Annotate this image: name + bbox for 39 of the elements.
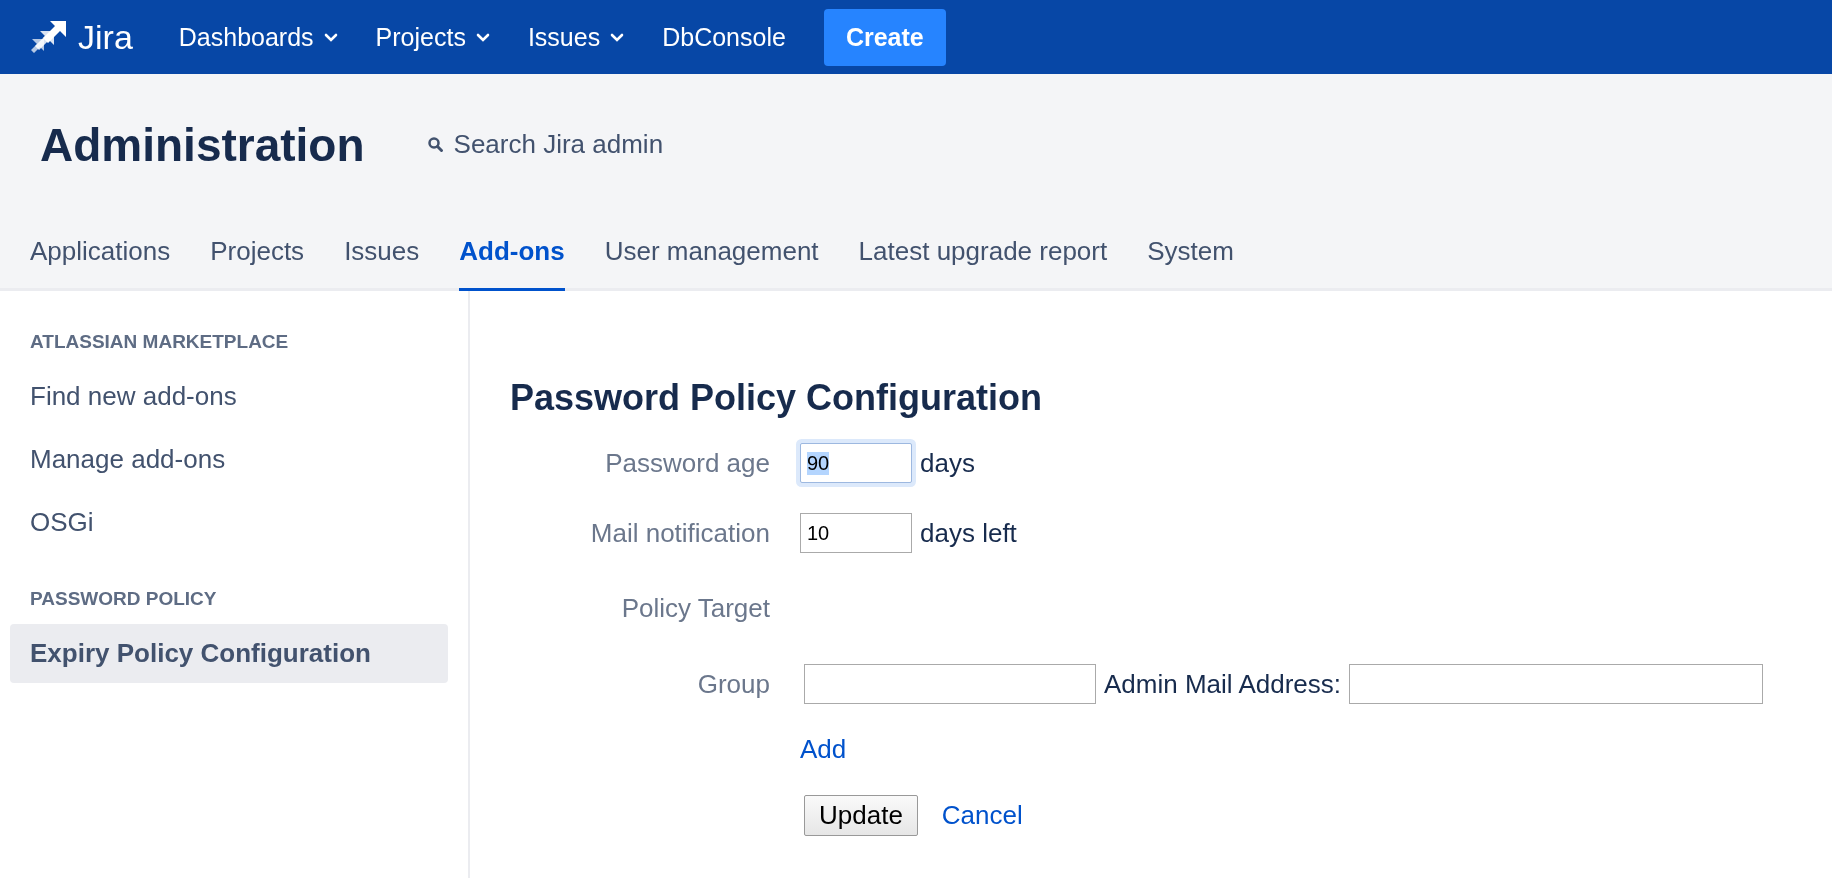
unit-label: days — [920, 447, 975, 479]
field-label: Mail notification — [589, 517, 770, 549]
jira-logo[interactable]: Jira — [30, 17, 133, 57]
field-label: Group — [696, 668, 770, 700]
nav-link[interactable]: Projects — [375, 22, 490, 52]
admin-tab[interactable]: Issues — [344, 215, 420, 291]
sidebar-item[interactable]: Manage add-ons — [10, 430, 448, 489]
chevron-down-icon — [475, 32, 490, 42]
field-label: Password age — [604, 447, 770, 479]
nav-link[interactable]: DbConsole — [662, 22, 786, 52]
add-link[interactable]: Add — [800, 734, 847, 765]
admin-tab[interactable]: Latest upgrade report — [858, 215, 1108, 291]
create-button[interactable]: Create — [823, 8, 946, 66]
form-title: Password Policy Configuration — [510, 377, 1044, 419]
update-button[interactable]: Update — [804, 795, 918, 836]
chevron-down-icon — [610, 32, 625, 42]
sidebar-section-title: ATLASSIAN MARKETPLACE — [29, 331, 290, 353]
search-icon — [426, 136, 444, 153]
input-field[interactable] — [1349, 664, 1763, 704]
field-label: Policy Target — [620, 592, 770, 625]
admin-tab[interactable]: Projects — [210, 215, 305, 291]
field-label: Admin Mail Address: — [1104, 668, 1341, 700]
sidebar-item[interactable]: OSGi — [10, 493, 448, 552]
unit-label: days left — [920, 517, 1017, 549]
page-title: Administration — [40, 117, 365, 172]
search-link[interactable]: Search Jira admin — [426, 129, 664, 160]
nav-link[interactable]: Issues — [527, 22, 625, 52]
chevron-down-icon — [323, 32, 338, 42]
sidebar-item[interactable]: Find new add-ons — [10, 367, 448, 426]
admin-tab[interactable]: System — [1147, 215, 1234, 291]
nav-link[interactable]: Dashboards — [178, 22, 338, 52]
sidebar-item[interactable]: Expiry Policy Configuration — [10, 624, 448, 683]
admin-tab[interactable]: Add-ons — [459, 215, 565, 291]
input-field[interactable]: 10 — [800, 513, 912, 553]
sidebar-section-title: PASSWORD POLICY — [29, 588, 218, 610]
admin-tab[interactable]: Applications — [30, 215, 171, 291]
input-field[interactable] — [804, 664, 1096, 704]
admin-tab[interactable]: User management — [604, 215, 819, 291]
cancel-link[interactable]: Cancel — [941, 800, 1023, 831]
